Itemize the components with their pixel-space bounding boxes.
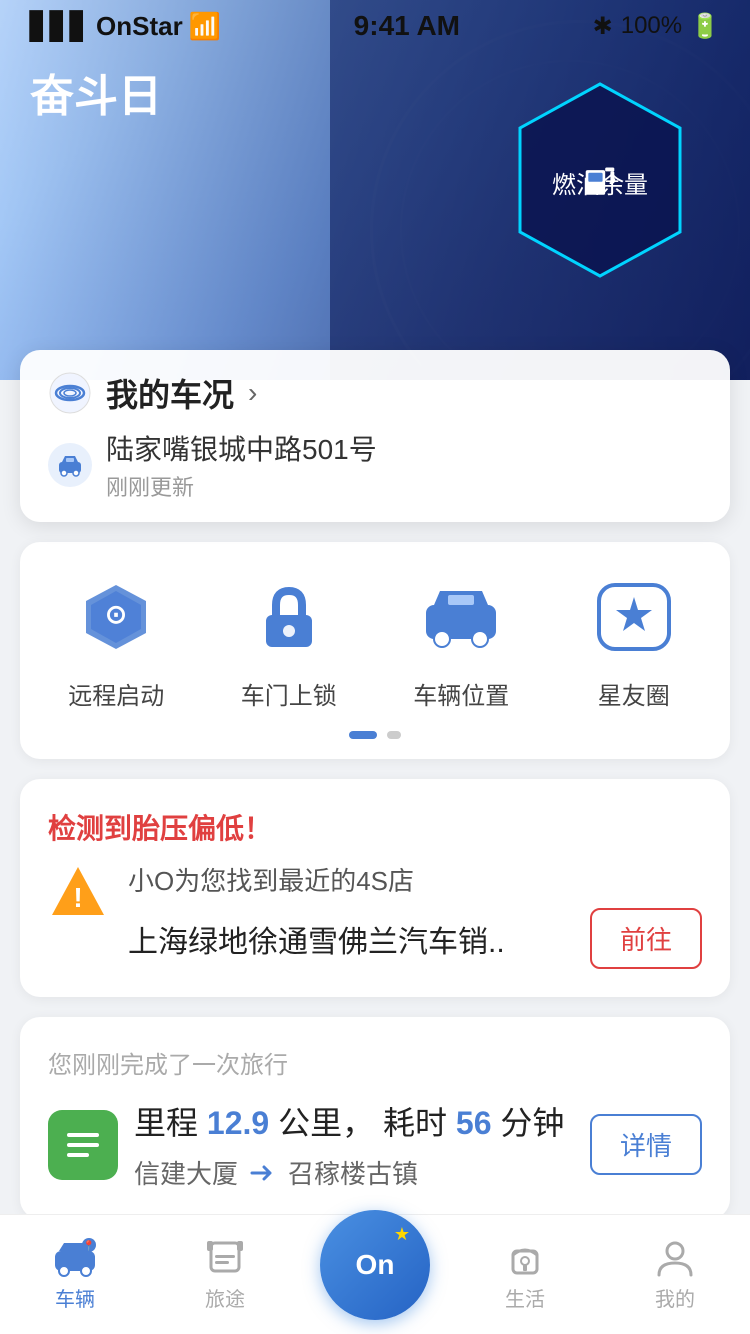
star-circle-icon bbox=[589, 577, 679, 657]
action-star-circle[interactable]: 星友圈 bbox=[548, 572, 721, 711]
on-star: ★ bbox=[394, 1224, 410, 1245]
car-location-icon bbox=[416, 577, 506, 657]
fuel-pump-icon bbox=[552, 161, 648, 200]
alert-store-row: 上海绿地徐通雪佛兰汽车销.. 前往 bbox=[128, 908, 702, 969]
wifi-icon: 📶 bbox=[189, 11, 221, 42]
svg-text:!: ! bbox=[73, 882, 82, 913]
nav-on-center[interactable]: ★ On bbox=[300, 1210, 450, 1334]
carrier-signal: ▋▋▋ OnStar 📶 bbox=[30, 11, 221, 42]
location-update-time: 刚刚更新 bbox=[106, 470, 377, 502]
trip-icon bbox=[48, 1110, 118, 1180]
trip-distance: 12.9 bbox=[207, 1105, 269, 1141]
remote-start-icon: ⊙ bbox=[71, 577, 161, 657]
bottom-navigation: 📍 车辆 旅途 ★ On 生活 bbox=[0, 1214, 750, 1334]
star-circle-label: 星友圈 bbox=[598, 676, 670, 711]
trip-info: 里程 12.9 公里， 耗时 56 分钟 信建大厦 召稼楼古镇 bbox=[134, 1098, 574, 1191]
trip-subtitle: 您刚刚完成了一次旅行 bbox=[48, 1045, 702, 1080]
car-status-row: 我的车况 › bbox=[48, 370, 702, 416]
mine-nav-label: 我的 bbox=[655, 1283, 695, 1312]
alert-body: ! 小O为您找到最近的4S店 上海绿地徐通雪佛兰汽车销.. 前往 bbox=[48, 861, 702, 969]
nav-trip[interactable]: 旅途 bbox=[150, 1237, 300, 1312]
alert-sub-text: 小O为您找到最近的4S店 bbox=[128, 861, 702, 898]
fuel-hexagon: 燃油余量 bbox=[510, 80, 690, 280]
dot-1 bbox=[349, 731, 377, 739]
remote-start-icon-wrap: ⊙ bbox=[66, 572, 166, 662]
nav-life[interactable]: 生活 bbox=[450, 1237, 600, 1312]
car-location-icon-wrap bbox=[411, 572, 511, 662]
remote-start-label: 远程启动 bbox=[68, 676, 164, 711]
trip-card: 您刚刚完成了一次旅行 里程 12.9 公里， 耗时 56 分钟 信建大厦 bbox=[20, 1017, 730, 1219]
battery-icon: 🔋 bbox=[690, 12, 720, 41]
buick-logo bbox=[48, 371, 92, 415]
time-display: 9:41 AM bbox=[354, 10, 460, 42]
alert-title: 检测到胎压偏低！ bbox=[48, 807, 702, 847]
on-button[interactable]: ★ On bbox=[320, 1210, 430, 1320]
chevron-right-icon[interactable]: › bbox=[248, 377, 257, 409]
carrier-name: OnStar bbox=[96, 11, 183, 42]
nav-vehicle[interactable]: 📍 车辆 bbox=[0, 1237, 150, 1312]
trip-nav-label: 旅途 bbox=[205, 1283, 245, 1312]
tire-pressure-alert-card: 检测到胎压偏低！ ! 小O为您找到最近的4S店 上海绿地徐通雪佛兰汽车销.. 前… bbox=[20, 779, 730, 997]
duration-unit: 分钟 bbox=[500, 1105, 564, 1141]
trip-duration: 56 bbox=[456, 1105, 492, 1141]
actions-row: ⊙ 远程启动 车门上锁 bbox=[30, 572, 720, 711]
trip-body: 里程 12.9 公里， 耗时 56 分钟 信建大厦 召稼楼古镇 详情 bbox=[48, 1098, 702, 1191]
arrow-icon bbox=[248, 1163, 278, 1183]
door-lock-icon bbox=[244, 577, 334, 657]
action-remote-start[interactable]: ⊙ 远程启动 bbox=[30, 572, 203, 711]
action-car-location[interactable]: 车辆位置 bbox=[375, 572, 548, 711]
svg-text:⊙: ⊙ bbox=[105, 599, 127, 629]
on-text: On bbox=[356, 1251, 395, 1279]
car-location-label: 车辆位置 bbox=[413, 676, 509, 711]
trip-nav-icon bbox=[203, 1237, 247, 1277]
location-row: 陆家嘴银城中路501号 刚刚更新 bbox=[48, 428, 702, 502]
alert-text-wrap: 小O为您找到最近的4S店 上海绿地徐通雪佛兰汽车销.. 前往 bbox=[128, 861, 702, 969]
trip-route: 信建大厦 召稼楼古镇 bbox=[134, 1154, 574, 1191]
fuel-hex-container[interactable]: 燃油余量 bbox=[510, 80, 690, 280]
dot-2 bbox=[387, 731, 401, 739]
vehicle-nav-icon: 📍 bbox=[53, 1237, 97, 1277]
trip-to: 召稼楼古镇 bbox=[288, 1154, 418, 1191]
trip-from: 信建大厦 bbox=[134, 1154, 238, 1191]
hero-title: 奋斗日 bbox=[30, 60, 162, 124]
star-circle-icon-wrap bbox=[584, 572, 684, 662]
vehicle-nav-label: 车辆 bbox=[55, 1283, 95, 1312]
car-status-title: 我的车况 bbox=[106, 370, 234, 416]
location-text-wrap: 陆家嘴银城中路501号 刚刚更新 bbox=[106, 428, 377, 502]
location-address: 陆家嘴银城中路501号 bbox=[106, 428, 377, 468]
car-status-card[interactable]: 我的车况 › 陆家嘴银城中路501号 刚刚更新 bbox=[20, 350, 730, 522]
battery-status: ✱ 100% 🔋 bbox=[593, 12, 720, 41]
bluetooth-icon: ✱ bbox=[593, 12, 613, 41]
duration-label: 耗时 bbox=[383, 1105, 447, 1141]
signal-bars: ▋▋▋ bbox=[30, 11, 90, 42]
quick-actions-panel: ⊙ 远程启动 车门上锁 bbox=[20, 542, 730, 759]
svg-text:📍: 📍 bbox=[83, 1239, 95, 1252]
go-button[interactable]: 前往 bbox=[590, 908, 702, 969]
life-nav-icon bbox=[503, 1237, 547, 1277]
trip-distance-unit: 公里， bbox=[278, 1105, 374, 1141]
door-lock-icon-wrap bbox=[239, 572, 339, 662]
hero-section: 奋斗日 燃油余量 bbox=[0, 0, 750, 380]
pagination-dots bbox=[30, 731, 720, 739]
action-door-lock[interactable]: 车门上锁 bbox=[203, 572, 376, 711]
trip-main-text: 里程 12.9 公里， 耗时 56 分钟 bbox=[134, 1098, 574, 1144]
location-icon bbox=[48, 443, 92, 487]
battery-percent: 100% bbox=[621, 12, 682, 40]
store-name: 上海绿地徐通雪佛兰汽车销.. bbox=[128, 917, 505, 961]
mine-nav-icon bbox=[653, 1237, 697, 1277]
trip-text: 里程 bbox=[134, 1105, 198, 1141]
status-bar: ▋▋▋ OnStar 📶 9:41 AM ✱ 100% 🔋 bbox=[0, 0, 750, 48]
warning-icon: ! bbox=[48, 861, 108, 921]
door-lock-label: 车门上锁 bbox=[241, 676, 337, 711]
life-nav-label: 生活 bbox=[505, 1283, 545, 1312]
detail-button[interactable]: 详情 bbox=[590, 1114, 702, 1175]
hex-content: 燃油余量 bbox=[552, 161, 648, 200]
nav-mine[interactable]: 我的 bbox=[600, 1237, 750, 1312]
